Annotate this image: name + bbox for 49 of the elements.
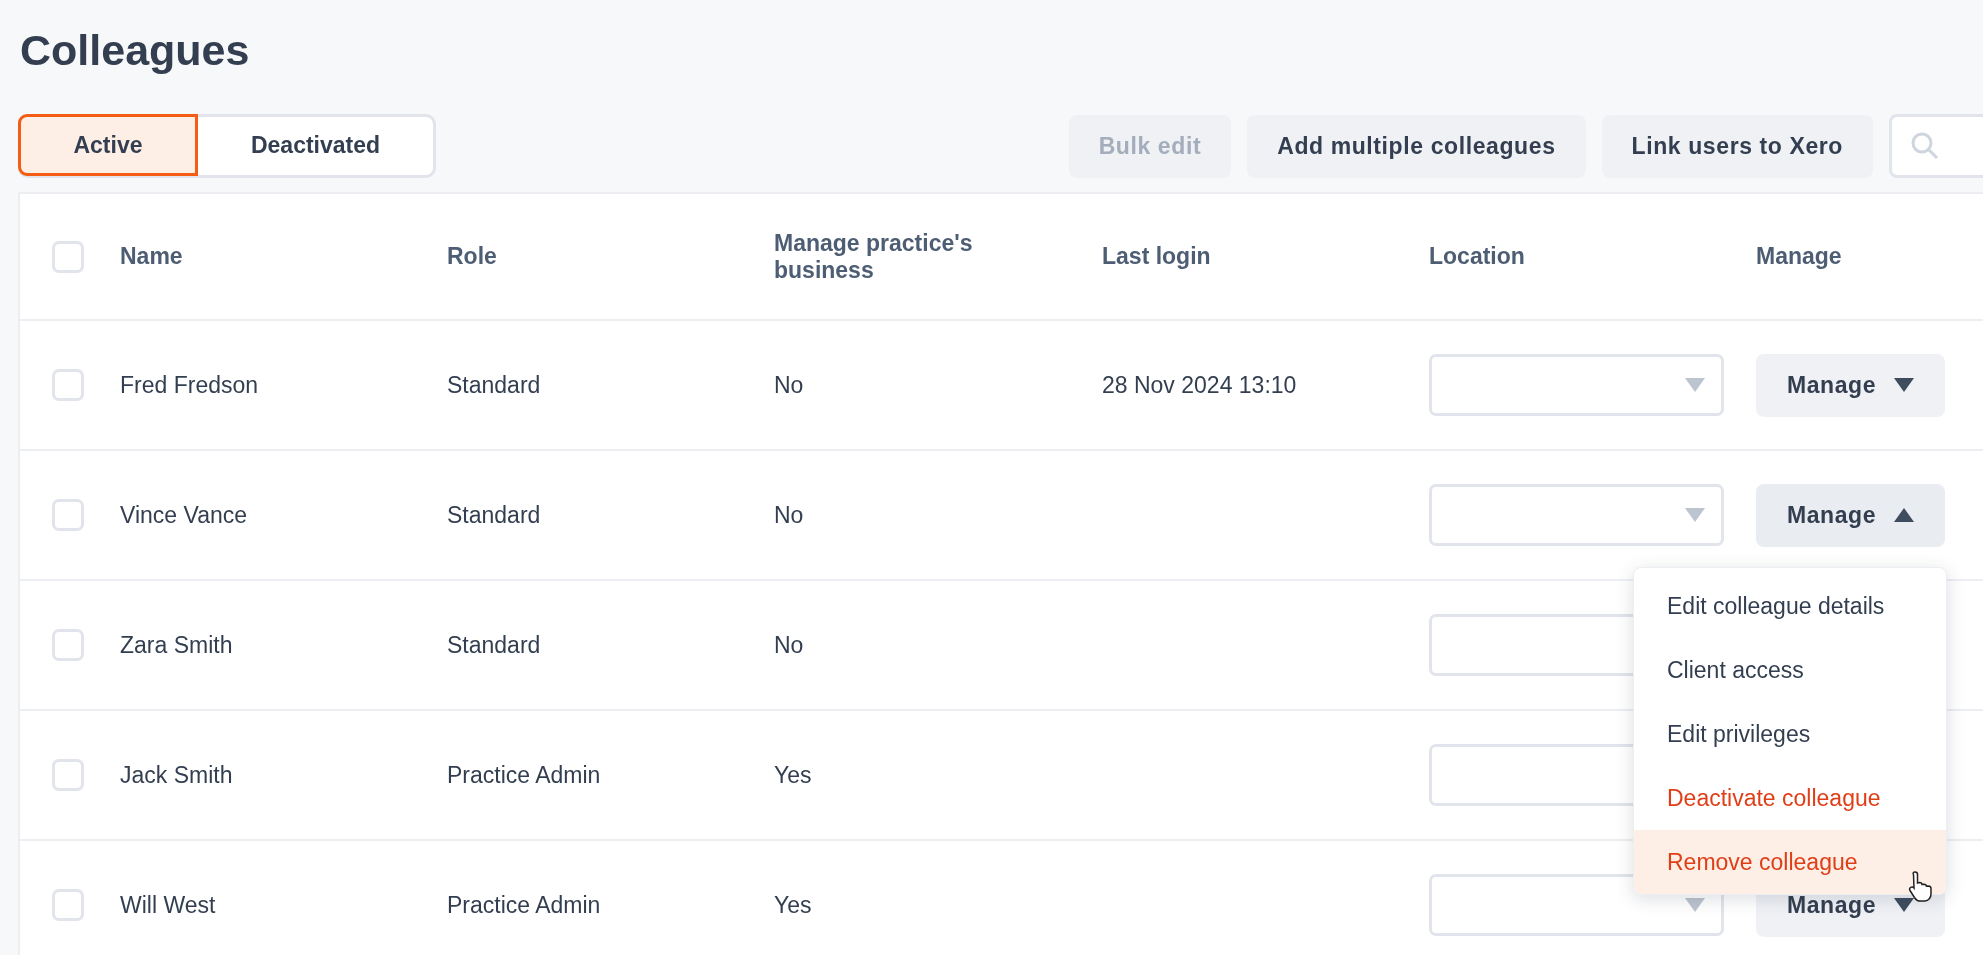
- checkbox[interactable]: [52, 759, 84, 791]
- role-text: Practice Admin: [447, 761, 601, 788]
- column-header: Name: [120, 243, 183, 270]
- location-select[interactable]: [1429, 874, 1724, 936]
- page-title: Colleagues: [20, 25, 251, 76]
- manage-dropdown-button[interactable]: Manage: [1756, 353, 1945, 417]
- business-access-text: Yes: [774, 891, 812, 918]
- colleague-name: Jack Smith: [120, 761, 233, 788]
- business-access-text: No: [774, 371, 804, 398]
- column-header: Manage practice's business: [774, 229, 974, 284]
- column-header: Location: [1429, 243, 1525, 270]
- role-text: Standard: [447, 371, 541, 398]
- manage-dropdown-button[interactable]: Manage: [1756, 483, 1945, 547]
- caret-icon: [1894, 508, 1915, 522]
- checkbox[interactable]: [52, 499, 84, 531]
- menu-item[interactable]: Edit colleague details: [1634, 574, 1946, 638]
- caret-icon: [1894, 378, 1915, 392]
- column-header: Manage: [1756, 243, 1842, 270]
- checkbox[interactable]: [52, 889, 84, 921]
- caret-icon: [1685, 898, 1705, 912]
- checkbox[interactable]: [52, 240, 84, 273]
- tab[interactable]: Deactivated: [198, 114, 433, 176]
- role-text: Standard: [447, 501, 541, 528]
- column-header: Role: [447, 243, 497, 270]
- column-header: Last login: [1102, 243, 1211, 270]
- checkbox[interactable]: [52, 369, 84, 401]
- location-select[interactable]: [1429, 484, 1724, 546]
- menu-item[interactable]: Client access: [1634, 638, 1946, 702]
- last-login-text: 28 Nov 2024 13:10: [1102, 371, 1297, 398]
- role-text: Standard: [447, 631, 541, 658]
- business-access-text: No: [774, 631, 804, 658]
- menu-item[interactable]: Edit privileges: [1634, 702, 1946, 766]
- role-text: Practice Admin: [447, 891, 601, 918]
- checkbox[interactable]: [52, 629, 84, 661]
- caret-icon: [1894, 898, 1915, 912]
- business-access-text: Yes: [774, 761, 812, 788]
- toolbar-button[interactable]: Link users to Xero: [1601, 114, 1873, 178]
- caret-icon: [1685, 378, 1705, 392]
- caret-icon: [1685, 508, 1705, 522]
- colleague-name: Will West: [120, 891, 216, 918]
- colleague-name: Zara Smith: [120, 631, 233, 658]
- toolbar-button[interactable]: Add multiple colleagues: [1247, 114, 1586, 178]
- tab[interactable]: Active: [18, 114, 198, 176]
- colleague-name: Vince Vance: [120, 501, 248, 528]
- search-icon: [1910, 131, 1940, 161]
- menu-item[interactable]: Deactivate colleague: [1634, 766, 1946, 830]
- business-access-text: No: [774, 501, 804, 528]
- location-select[interactable]: [1429, 354, 1724, 416]
- colleague-name: Fred Fredson: [120, 371, 259, 398]
